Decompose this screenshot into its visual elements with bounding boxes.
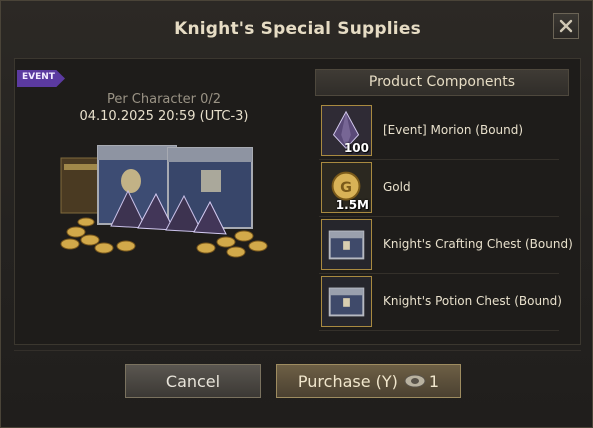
svg-text:G: G: [340, 180, 352, 196]
list-item[interactable]: Knight's Potion Chest (Bound): [319, 274, 562, 331]
components-header: Product Components: [315, 69, 569, 96]
item-name: Knight's Crafting Chest (Bound): [383, 237, 573, 251]
chest-icon: [321, 219, 372, 270]
purchase-button[interactable]: Purchase (Y) 1: [276, 364, 461, 398]
cancel-button[interactable]: Cancel: [125, 364, 261, 398]
item-name: Knight's Potion Chest (Bound): [383, 294, 562, 308]
purchase-label: Purchase (Y): [297, 371, 398, 391]
divider: [14, 350, 581, 351]
purchase-limit: Per Character 0/2: [106, 92, 222, 107]
event-badge: EVENT: [17, 70, 65, 87]
morion-crystal-icon: 100: [321, 105, 372, 156]
currency-icon: [404, 374, 426, 388]
gold-coin-icon: G 1.5M: [321, 162, 372, 213]
dialog-title: Knight's Special Supplies: [174, 19, 421, 39]
item-name: Gold: [383, 180, 411, 194]
item-quantity: 100: [343, 141, 369, 155]
product-image: [56, 136, 276, 266]
chest-icon: [321, 276, 372, 327]
list-item[interactable]: G 1.5M Gold: [319, 160, 559, 217]
item-name: [Event] Morion (Bound): [383, 123, 524, 137]
purchase-dialog: Knight's Special Supplies EVENT Per Char…: [0, 0, 593, 428]
item-quantity: 1.5M: [335, 198, 369, 212]
close-icon: [559, 19, 573, 33]
sale-end-date: 04.10.2025 20:59 (UTC-3): [79, 109, 249, 124]
list-item[interactable]: 100 [Event] Morion (Bound): [319, 103, 559, 160]
price-value: 1: [428, 371, 440, 391]
list-item[interactable]: Knight's Crafting Chest (Bound): [319, 217, 573, 274]
cancel-label: Cancel: [165, 371, 221, 391]
components-list: 100 [Event] Morion (Bound) G 1.5M Gold K…: [319, 103, 573, 331]
close-button[interactable]: [553, 13, 579, 39]
